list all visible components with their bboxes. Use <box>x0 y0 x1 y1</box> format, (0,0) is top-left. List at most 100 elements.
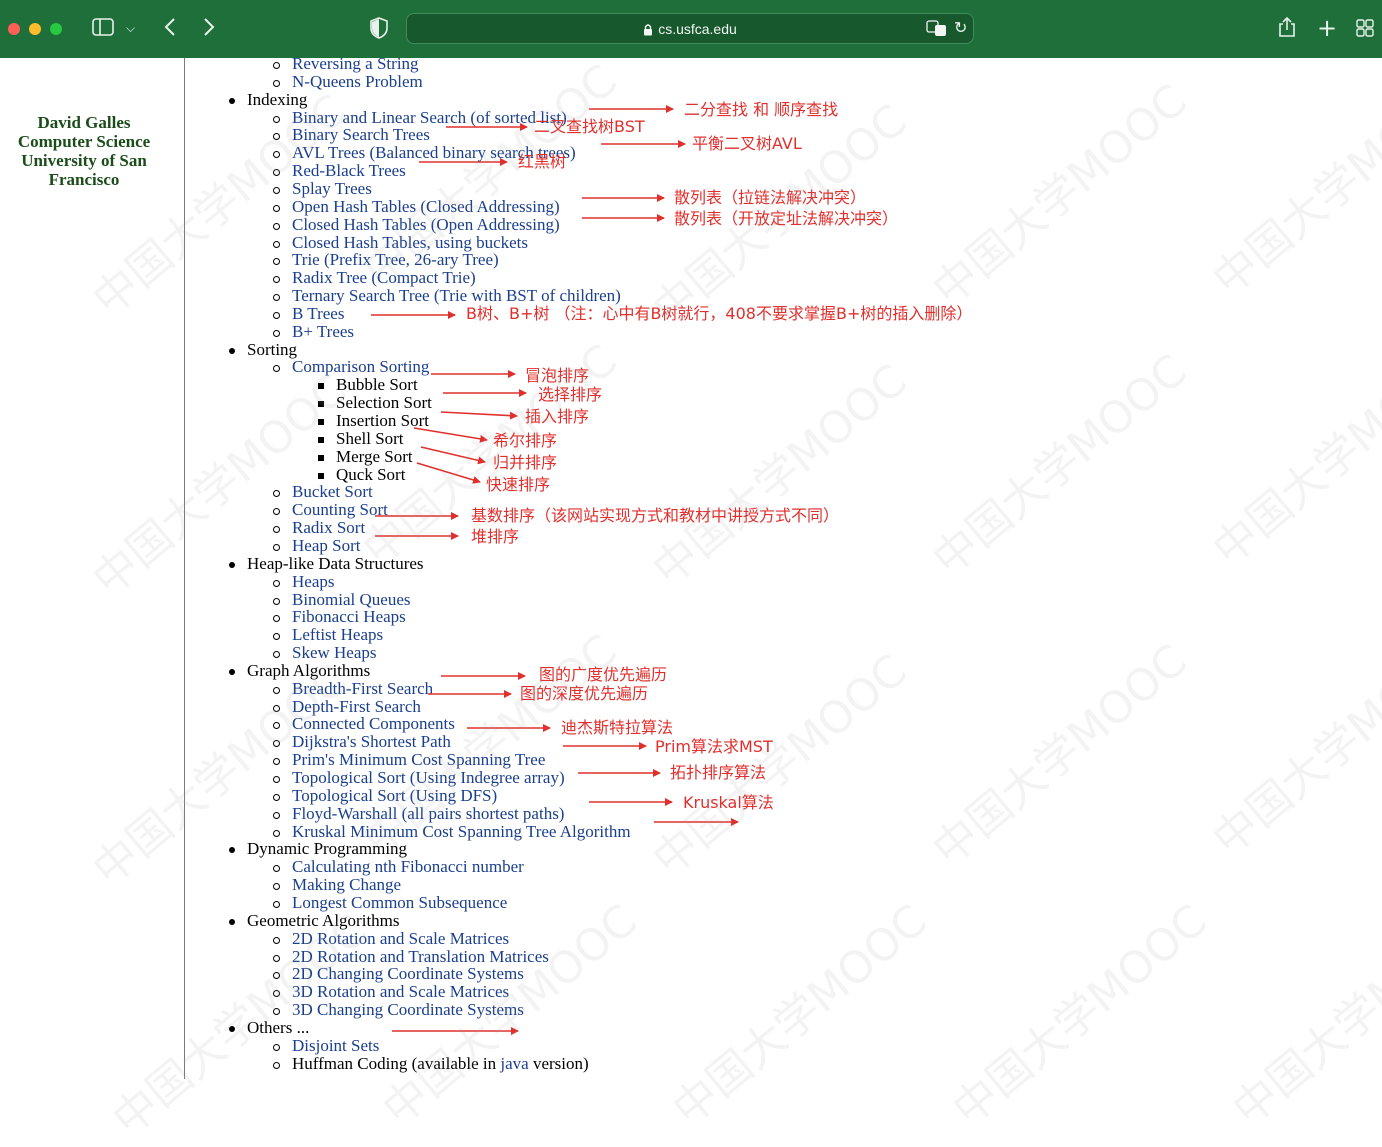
list-bullet <box>273 276 280 284</box>
list-item[interactable]: B Trees <box>292 304 344 323</box>
section-heading: Graph Algorithms <box>247 660 371 680</box>
annotation-note: 散列表（开放定址法解决冲突） <box>674 209 899 228</box>
sidebar-toggle-icon[interactable] <box>92 18 114 39</box>
list-item[interactable]: Topological Sort (Using DFS) <box>292 786 497 805</box>
annotation-note: 二叉查找树BST <box>534 117 645 136</box>
list-bullet <box>318 419 324 425</box>
section-heading: Sorting <box>247 339 298 359</box>
list-item[interactable]: Kruskal Minimum Cost Spanning Tree Algor… <box>292 822 631 841</box>
annotation-note: 平衡二叉树AVL <box>692 134 802 153</box>
annotation-note: 红黑树 <box>518 152 567 171</box>
section-heading: Others ... <box>247 1017 310 1037</box>
list-item[interactable]: Dijkstra's Shortest Path <box>292 733 451 751</box>
list-item[interactable]: Radix Tree (Compact Trie) <box>292 269 476 287</box>
list-bullet <box>273 133 280 141</box>
annotation-note: 选择排序 <box>538 385 603 404</box>
chevron-down-icon[interactable]: ⌵ <box>126 22 135 34</box>
list-bullet <box>273 508 280 516</box>
list-item[interactable]: Calculating nth Fibonacci number <box>292 858 524 876</box>
list-bullet <box>273 936 280 944</box>
list-item[interactable]: Floyd-Warshall (all pairs shortest paths… <box>292 804 564 823</box>
share-icon[interactable] <box>1278 16 1296 41</box>
list-bullet <box>273 579 280 587</box>
annotation-note: 二分查找 和 顺序查找 <box>684 100 839 119</box>
list-item[interactable]: Prim's Minimum Cost Spanning Tree <box>292 751 545 769</box>
list-item[interactable]: 2D Changing Coordinate Systems <box>292 965 524 983</box>
list-item[interactable]: Radix Sort <box>292 519 365 537</box>
reload-icon[interactable]: ↻ <box>954 20 967 36</box>
list-bullet <box>273 204 280 212</box>
list-bullet <box>273 186 280 194</box>
list-item[interactable]: Leftist Heaps <box>292 626 383 644</box>
list-item[interactable]: Connected Components <box>292 715 455 733</box>
list-item[interactable]: Depth-First Search <box>292 697 421 716</box>
list-item[interactable]: Binary and Linear Search (of sorted list… <box>292 108 567 127</box>
list-item[interactable]: Breadth-First Search <box>292 679 433 698</box>
list-item[interactable]: Binomial Queues <box>292 590 411 609</box>
list-item[interactable]: Open Hash Tables (Closed Addressing) <box>292 197 560 216</box>
list-item[interactable]: Heap Sort <box>292 536 360 555</box>
list-bullet <box>273 686 280 694</box>
list-item[interactable]: B+ Trees <box>292 322 354 341</box>
address-bar[interactable]: cs.usfca.edu ↻ <box>406 13 974 44</box>
list-bullet <box>273 365 280 373</box>
list-bullet <box>273 151 280 159</box>
list-item[interactable]: Disjoint Sets <box>292 1036 379 1055</box>
list-item[interactable]: Reversing a String <box>292 58 419 73</box>
list-item[interactable]: Making Change <box>292 876 401 894</box>
list-bullet <box>273 954 280 962</box>
annotation-note: 归并排序 <box>493 453 558 472</box>
list-item[interactable]: Skew Heaps <box>292 644 377 662</box>
section-heading: Geometric Algorithms <box>247 910 400 930</box>
list-bullet <box>273 115 280 123</box>
list-item[interactable]: Heaps <box>292 572 334 591</box>
forward-button[interactable] <box>202 16 216 41</box>
zoom-window-button[interactable] <box>50 23 62 35</box>
list-item[interactable]: N-Queens Problem <box>292 72 423 91</box>
list-item[interactable]: 2D Rotation and Translation Matrices <box>292 947 549 966</box>
list-bullet <box>273 740 280 748</box>
list-bullet <box>273 615 280 623</box>
privacy-shield-icon[interactable] <box>370 17 388 42</box>
list-item[interactable]: Longest Common Subsequence <box>292 893 507 912</box>
list-item[interactable]: Splay Trees <box>292 179 372 198</box>
list-item[interactable]: Fibonacci Heaps <box>292 608 406 626</box>
list-item[interactable]: 2D Rotation and Scale Matrices <box>292 929 509 948</box>
list-bullet <box>273 722 280 730</box>
tab-overview-icon[interactable] <box>1356 19 1374 40</box>
list-bullet <box>273 79 280 87</box>
list-item[interactable]: Binary Search Trees <box>292 126 430 144</box>
list-bullet <box>273 811 280 819</box>
section-bullet <box>229 847 235 854</box>
annotation-note: 图的深度优先遍历 <box>520 684 649 703</box>
annotation-note: 散列表（拉链法解决冲突） <box>674 188 867 207</box>
section-bullet <box>229 1025 235 1032</box>
section-bullet <box>229 668 235 675</box>
list-item[interactable]: Trie (Prefix Tree, 26-ary Tree) <box>292 251 499 269</box>
lock-icon <box>643 23 653 39</box>
annotation-note: Prim算法求MST <box>655 737 773 756</box>
list-item[interactable]: Closed Hash Tables, using buckets <box>292 233 528 252</box>
list-item[interactable]: Topological Sort (Using Indegree array) <box>292 769 565 787</box>
java-version-link[interactable]: java <box>500 1054 528 1073</box>
list-bullet <box>273 972 280 980</box>
list-item[interactable]: Ternary Search Tree (Trie with BST of ch… <box>292 287 621 305</box>
list-item[interactable]: Comparison Sorting <box>292 358 429 376</box>
list-item[interactable]: Closed Hash Tables (Open Addressing) <box>292 215 560 234</box>
minimize-window-button[interactable] <box>29 23 41 35</box>
list-item[interactable]: Red-Black Trees <box>292 162 406 180</box>
section-bullet <box>229 561 235 568</box>
list-bullet <box>273 329 280 337</box>
new-tab-icon[interactable]: + <box>1317 16 1337 40</box>
left-sidebar: David Galles Computer Science University… <box>0 58 185 1079</box>
translate-icon[interactable] <box>926 20 948 40</box>
close-window-button[interactable] <box>8 23 20 35</box>
list-bullet <box>273 758 280 766</box>
list-item[interactable]: Bucket Sort <box>292 483 373 501</box>
annotation-note: 插入排序 <box>525 407 590 426</box>
list-item[interactable]: Counting Sort <box>292 501 388 519</box>
back-button[interactable] <box>163 16 177 41</box>
list-item[interactable]: 3D Changing Coordinate Systems <box>292 1001 524 1019</box>
list-item[interactable]: 3D Rotation and Scale Matrices <box>292 983 509 1001</box>
list-bullet <box>273 633 280 641</box>
